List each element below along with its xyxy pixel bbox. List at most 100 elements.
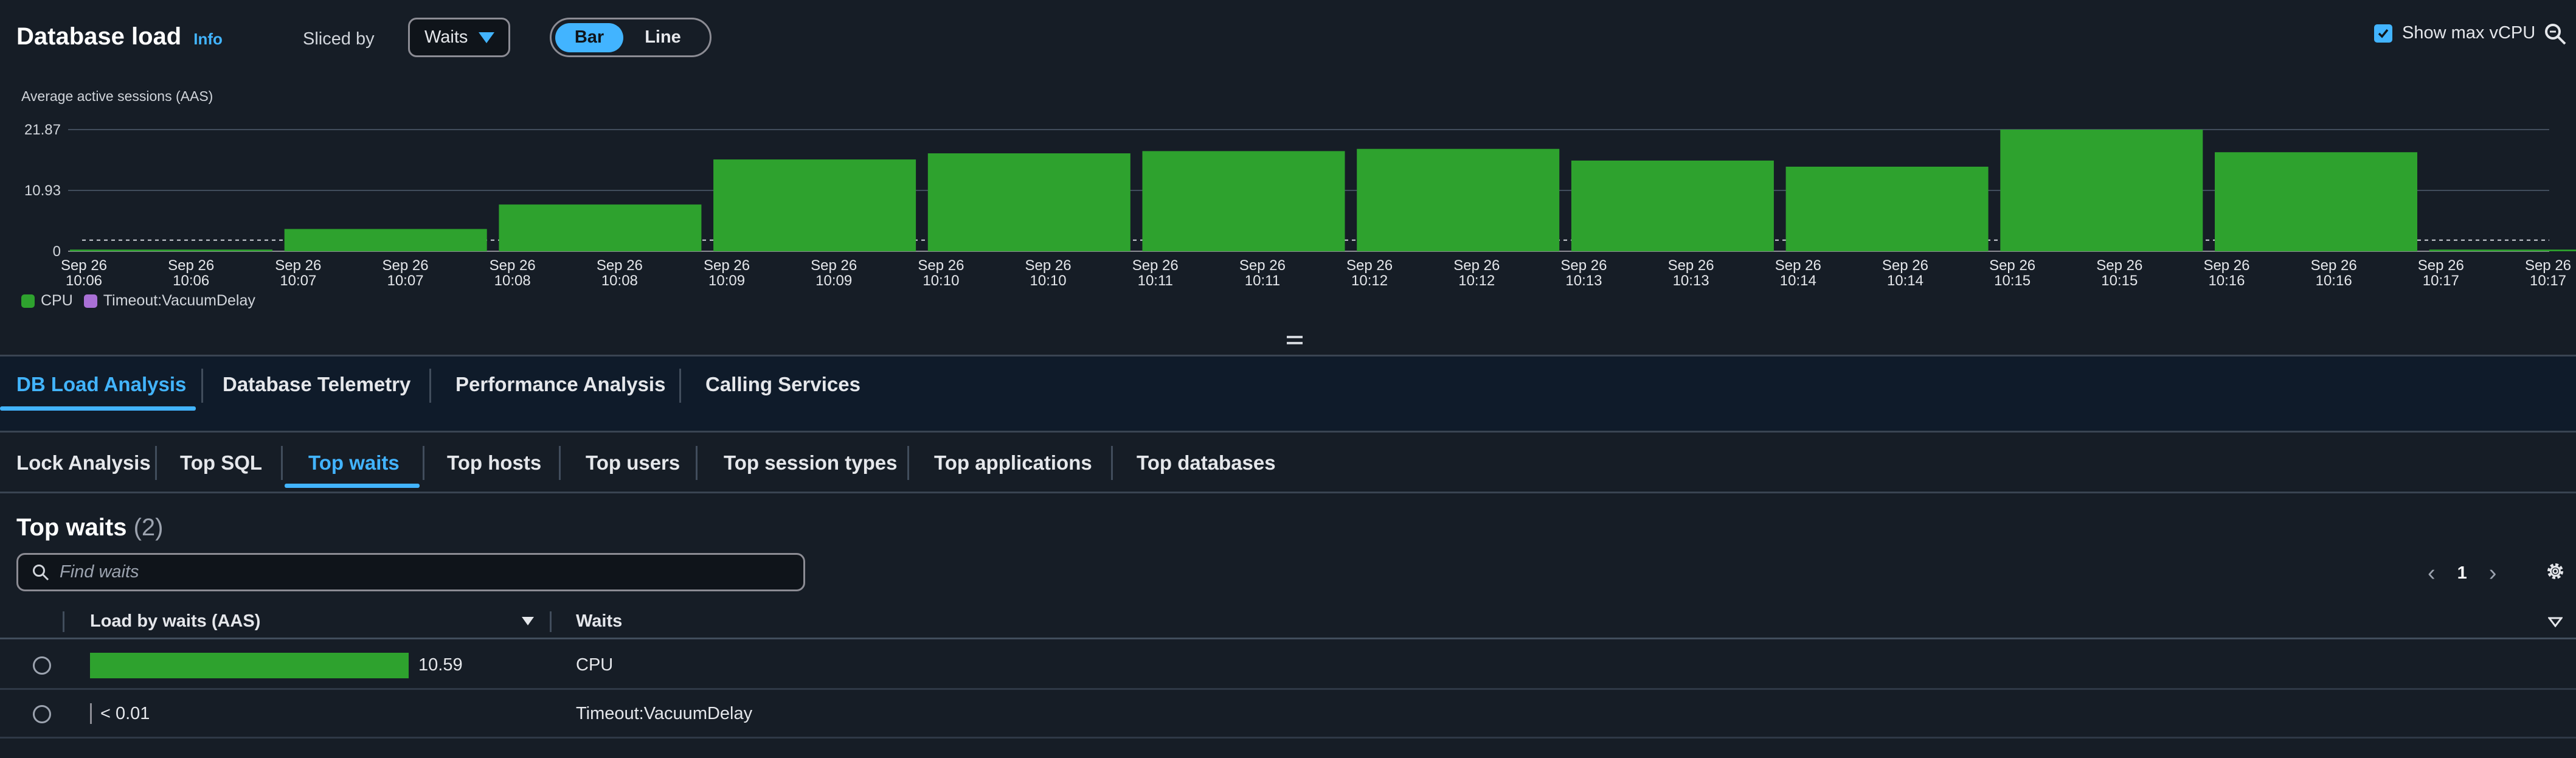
sort-descending-icon[interactable]: [521, 615, 535, 627]
x-tick-label: Sep 26 10:06: [61, 257, 107, 289]
main-tabs: DB Load Analysis Database Telemetry Perf…: [0, 356, 2576, 412]
legend-item-vacuum[interactable]: Timeout:VacuumDelay: [83, 292, 255, 310]
x-tick-label: Sep 26 10:11: [1239, 257, 1286, 289]
page-number[interactable]: 1: [2457, 563, 2467, 583]
chart-legend: CPU Timeout:VacuumDelay: [21, 292, 266, 310]
info-link[interactable]: Info: [193, 30, 223, 49]
x-tick-label: Sep 26 10:12: [1453, 257, 1500, 289]
tab-calling-services[interactable]: Calling Services: [705, 373, 860, 396]
checkbox-checked-icon[interactable]: [2374, 24, 2392, 43]
tab-divider: [201, 369, 203, 403]
load-value: < 0.01: [100, 704, 150, 723]
x-tick-label: Sep 26 10:14: [1882, 257, 1928, 289]
subtab-top-users[interactable]: Top users: [586, 451, 680, 475]
subtab-top-applications[interactable]: Top applications: [934, 451, 1092, 475]
legend-label: Timeout:VacuumDelay: [103, 292, 255, 309]
line-view-button[interactable]: Line: [623, 23, 702, 52]
search-input[interactable]: [60, 562, 729, 582]
bar-cpu[interactable]: [713, 159, 916, 251]
x-tick-label: Sep 26 10:12: [1346, 257, 1393, 289]
subtab-lock-analysis[interactable]: Lock Analysis: [16, 451, 151, 475]
x-tick-label: Sep 26 10:11: [1132, 257, 1179, 289]
resize-handle[interactable]: [1287, 336, 1303, 344]
bar-cpu[interactable]: [70, 249, 272, 251]
search-icon: [33, 564, 49, 580]
top-waits-panel: Top waits (2) ‹ 1 › Load by waits (AAS) …: [0, 492, 2576, 758]
db-load-chart: Average active sessions (AAS) 0 10.93 21.8…: [21, 88, 2576, 289]
row-radio[interactable]: [33, 705, 51, 723]
bar-cpu[interactable]: [2215, 152, 2417, 251]
bar-cpu[interactable]: [1357, 148, 1560, 251]
load-value: 10.59: [418, 655, 463, 675]
bar-cpu[interactable]: [1142, 151, 1345, 251]
load-bar: [90, 653, 409, 678]
x-tick-label: Sep 26 10:10: [1025, 257, 1072, 289]
bar-cpu[interactable]: [499, 204, 702, 251]
y-tick-label: 10.93: [24, 183, 61, 199]
x-tick-label: Sep 26 10:07: [275, 257, 321, 289]
x-tick-label: Sep 26 10:13: [1560, 257, 1607, 289]
bar-cpu[interactable]: [2000, 130, 2203, 251]
tab-divider: [679, 369, 681, 403]
y-tick-label: 0: [53, 243, 61, 260]
tab-performance-analysis[interactable]: Performance Analysis: [455, 373, 665, 396]
x-tick-label: Sep 26 10:08: [490, 257, 536, 289]
caret-down-icon: [479, 32, 495, 43]
subtab-top-sql[interactable]: Top SQL: [180, 451, 262, 475]
y-axis-label: Average active sessions (AAS): [21, 88, 213, 104]
gear-icon[interactable]: [2544, 560, 2566, 582]
pagination: ‹ 1 ›: [2428, 560, 2496, 586]
column-divider: [550, 611, 552, 632]
legend-item-cpu[interactable]: CPU: [21, 292, 73, 310]
search-box: [16, 553, 805, 591]
x-tick-label: Sep 26 10:09: [811, 257, 857, 289]
bar-view-button[interactable]: Bar: [555, 23, 623, 52]
sliced-by-select[interactable]: Waits: [408, 18, 510, 57]
show-max-vcpu-toggle[interactable]: Show max vCPU: [2374, 23, 2535, 43]
active-subtab-indicator: [285, 484, 420, 488]
table-header: Load by waits (AAS) Waits: [0, 603, 2576, 639]
bar-cpu[interactable]: [2429, 249, 2576, 251]
bar-cpu[interactable]: [1571, 160, 1774, 251]
x-tick-label: Sep 26 10:09: [704, 257, 750, 289]
column-divider: [63, 611, 64, 632]
zoom-icon[interactable]: [2543, 22, 2567, 46]
x-tick-label: Sep 26 10:15: [2096, 257, 2142, 289]
chevron-right-icon[interactable]: ›: [2489, 560, 2497, 586]
tab-divider: [281, 446, 283, 480]
sort-indicator-icon[interactable]: [2548, 616, 2563, 627]
load-bar-empty: [90, 703, 92, 724]
column-header-waits[interactable]: Waits: [576, 611, 622, 631]
subtab-top-session-types[interactable]: Top session types: [724, 451, 897, 475]
x-tick-label: Sep 26 10:08: [597, 257, 643, 289]
x-tick-label: Sep 26 10:07: [382, 257, 428, 289]
tab-divider: [155, 446, 157, 480]
bar-cpu[interactable]: [1785, 166, 1989, 251]
subtab-top-databases[interactable]: Top databases: [1137, 451, 1276, 475]
tab-db-load-analysis[interactable]: DB Load Analysis: [16, 373, 186, 396]
view-toggle: Bar Line: [550, 18, 712, 57]
tab-divider: [423, 446, 424, 480]
chevron-left-icon[interactable]: ‹: [2428, 560, 2436, 586]
column-header-load[interactable]: Load by waits (AAS): [90, 611, 260, 631]
row-radio[interactable]: [33, 656, 51, 675]
x-tick-label: Sep 26 10:14: [1775, 257, 1821, 289]
legend-label: CPU: [41, 292, 73, 309]
table-row[interactable]: 10.59 CPU: [0, 641, 2576, 690]
show-max-vcpu-label: Show max vCPU: [2402, 23, 2536, 43]
bar-cpu[interactable]: [284, 229, 487, 251]
x-tick-label: Sep 26 10:13: [1668, 257, 1714, 289]
x-tick-label: Sep 26 10:16: [2311, 257, 2357, 289]
top-waits-count: (2): [133, 514, 164, 541]
subtab-top-waits[interactable]: Top waits: [308, 451, 400, 475]
database-load-panel: Database load Info Sliced by Waits Bar L…: [0, 0, 2576, 356]
tab-divider: [907, 446, 909, 480]
tab-database-telemetry[interactable]: Database Telemetry: [223, 373, 410, 396]
title-row: Database load Info: [16, 23, 223, 50]
tab-divider: [696, 446, 698, 480]
bar-cpu[interactable]: [927, 153, 1130, 251]
subtab-top-hosts[interactable]: Top hosts: [447, 451, 541, 475]
legend-swatch: [21, 294, 35, 308]
table-row[interactable]: < 0.01 Timeout:VacuumDelay: [0, 690, 2576, 739]
tab-divider: [559, 446, 561, 480]
